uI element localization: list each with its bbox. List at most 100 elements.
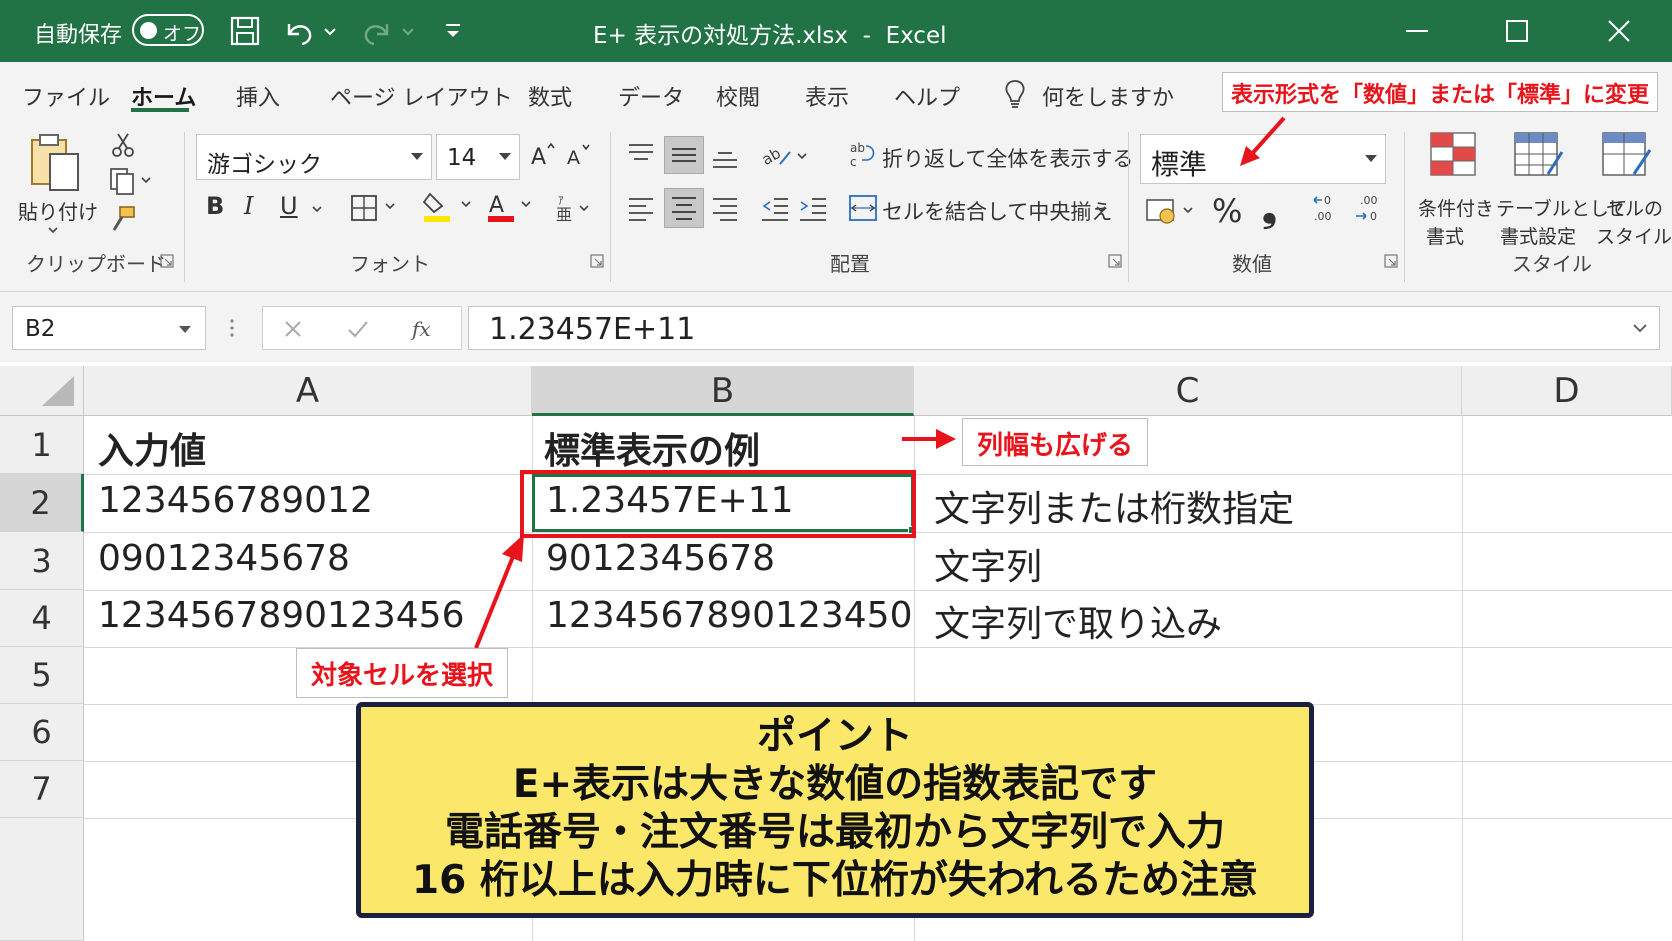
- phonetic-guide-icon[interactable]: ｱ 亜: [554, 190, 594, 224]
- redo-dropdown-icon[interactable]: [398, 12, 418, 50]
- borders-icon[interactable]: [348, 192, 404, 224]
- row-header-3[interactable]: 3: [0, 532, 84, 590]
- copy-icon[interactable]: [108, 166, 154, 196]
- chevron-down-icon[interactable]: [310, 204, 324, 216]
- align-center-button[interactable]: [664, 188, 704, 228]
- maximize-icon[interactable]: [1498, 12, 1536, 50]
- row-header-7[interactable]: 7: [0, 761, 84, 818]
- format-as-table-icon[interactable]: [1512, 130, 1566, 180]
- enter-check-icon[interactable]: [345, 317, 371, 341]
- increase-indent-icon[interactable]: [798, 194, 828, 222]
- cell-a4[interactable]: 1234567890123456: [98, 595, 464, 636]
- cell-a3[interactable]: 09012345678: [98, 538, 350, 579]
- cell-c2[interactable]: 文字列または桁数指定: [934, 480, 1294, 532]
- row-header-8[interactable]: [0, 818, 84, 941]
- cell-c3[interactable]: 文字列: [934, 538, 1042, 590]
- decrease-decimal-icon[interactable]: .00 0: [1352, 190, 1388, 226]
- cell-a2[interactable]: 123456789012: [98, 480, 373, 521]
- number-launcher-icon[interactable]: [1384, 254, 1398, 268]
- chevron-down-icon[interactable]: [1094, 204, 1108, 216]
- italic-button[interactable]: I: [244, 192, 253, 220]
- increase-font-icon[interactable]: A: [528, 140, 558, 170]
- formula-input[interactable]: 1.23457E+11: [468, 306, 1660, 350]
- paste-dropdown-icon[interactable]: [46, 224, 60, 236]
- drag-handle-icon[interactable]: [226, 316, 238, 340]
- cell-c4[interactable]: 文字列で取り込み: [934, 595, 1222, 647]
- cancel-icon[interactable]: [281, 317, 305, 341]
- cell-b3[interactable]: 9012345678: [546, 538, 775, 579]
- merge-center-icon[interactable]: [848, 192, 878, 224]
- increase-decimal-icon[interactable]: 0 .00: [1310, 190, 1346, 226]
- decrease-indent-icon[interactable]: [760, 194, 790, 222]
- tab-data[interactable]: データ: [618, 80, 684, 112]
- comma-style-button[interactable]: ❟: [1262, 186, 1277, 231]
- tab-view[interactable]: 表示: [805, 80, 849, 112]
- cut-icon[interactable]: [108, 130, 138, 160]
- clipboard-launcher-icon[interactable]: [160, 254, 174, 268]
- cell-styles-icon[interactable]: [1600, 130, 1654, 180]
- undo-icon[interactable]: [280, 12, 318, 50]
- cell-b4[interactable]: 1234567890123450: [546, 595, 912, 636]
- column-header-b[interactable]: B: [532, 366, 914, 416]
- font-size-combo[interactable]: 14: [436, 134, 520, 180]
- underline-button[interactable]: U: [280, 192, 298, 220]
- wrap-text-icon[interactable]: ab c: [848, 138, 878, 172]
- format-as-table-label-2[interactable]: 書式設定: [1500, 222, 1576, 249]
- name-box[interactable]: B2: [12, 306, 206, 350]
- format-painter-icon[interactable]: [108, 204, 138, 234]
- column-header-c[interactable]: C: [914, 366, 1462, 416]
- insert-function-icon[interactable]: fx: [409, 315, 439, 343]
- row-header-4[interactable]: 4: [0, 590, 84, 647]
- row-header-2[interactable]: 2: [0, 474, 84, 532]
- expand-formula-icon[interactable]: [1631, 321, 1649, 335]
- wrap-text-button[interactable]: 折り返して全体を表示する: [882, 143, 1133, 173]
- tab-page-layout[interactable]: ページ レイアウト: [330, 80, 513, 112]
- bold-button[interactable]: B: [206, 192, 224, 220]
- tab-insert[interactable]: 挿入: [236, 80, 280, 112]
- select-all-corner[interactable]: [0, 366, 84, 416]
- merge-center-button[interactable]: セルを結合して中央揃え: [882, 196, 1112, 226]
- conditional-formatting-label-1[interactable]: 条件付き: [1418, 194, 1494, 221]
- decrease-font-icon[interactable]: A: [564, 140, 594, 170]
- accounting-format-icon[interactable]: [1144, 194, 1200, 228]
- paste-label[interactable]: 貼り付け: [18, 196, 98, 225]
- alignment-launcher-icon[interactable]: [1108, 254, 1122, 268]
- tell-me-search[interactable]: 何をしますか: [1042, 80, 1174, 112]
- cell-a1[interactable]: 入力値: [98, 422, 206, 474]
- tab-formulas[interactable]: 数式: [528, 80, 572, 112]
- align-right-icon[interactable]: [710, 194, 740, 222]
- redo-icon[interactable]: [358, 12, 396, 50]
- orientation-icon[interactable]: ab: [760, 138, 816, 172]
- column-header-d[interactable]: D: [1462, 366, 1672, 416]
- font-name-combo[interactable]: 游ゴシック: [196, 134, 432, 180]
- paste-icon[interactable]: [26, 130, 86, 196]
- undo-dropdown-icon[interactable]: [320, 12, 340, 50]
- percent-button[interactable]: %: [1212, 192, 1242, 230]
- align-middle-button[interactable]: [664, 136, 704, 174]
- conditional-formatting-label-2[interactable]: 書式: [1426, 222, 1464, 249]
- close-icon[interactable]: [1600, 12, 1638, 50]
- row-header-6[interactable]: 6: [0, 704, 84, 761]
- cell-b1[interactable]: 標準表示の例: [544, 422, 760, 474]
- row-header-5[interactable]: 5: [0, 647, 84, 704]
- save-icon[interactable]: [226, 12, 264, 50]
- align-bottom-icon[interactable]: [710, 144, 740, 172]
- font-group-label: フォント: [350, 252, 430, 276]
- column-header-a[interactable]: A: [84, 366, 532, 416]
- fill-color-icon[interactable]: [420, 188, 478, 224]
- font-color-icon[interactable]: A: [484, 188, 540, 224]
- gridline: [1462, 416, 1463, 941]
- tab-help[interactable]: ヘルプ: [894, 80, 960, 112]
- align-left-icon[interactable]: [626, 194, 656, 222]
- cell-styles-label-1[interactable]: セルの: [1606, 194, 1663, 221]
- autosave-toggle[interactable]: オフ: [132, 14, 204, 46]
- cell-styles-label-2[interactable]: スタイル: [1596, 222, 1672, 249]
- customize-qat-icon[interactable]: [440, 12, 466, 50]
- align-top-icon[interactable]: [626, 140, 656, 168]
- minimize-icon[interactable]: [1398, 12, 1436, 50]
- conditional-formatting-icon[interactable]: [1428, 130, 1478, 178]
- tab-review[interactable]: 校閲: [716, 80, 760, 112]
- font-launcher-icon[interactable]: [590, 254, 604, 268]
- tab-file[interactable]: ファイル: [22, 80, 110, 112]
- row-header-1[interactable]: 1: [0, 416, 84, 474]
